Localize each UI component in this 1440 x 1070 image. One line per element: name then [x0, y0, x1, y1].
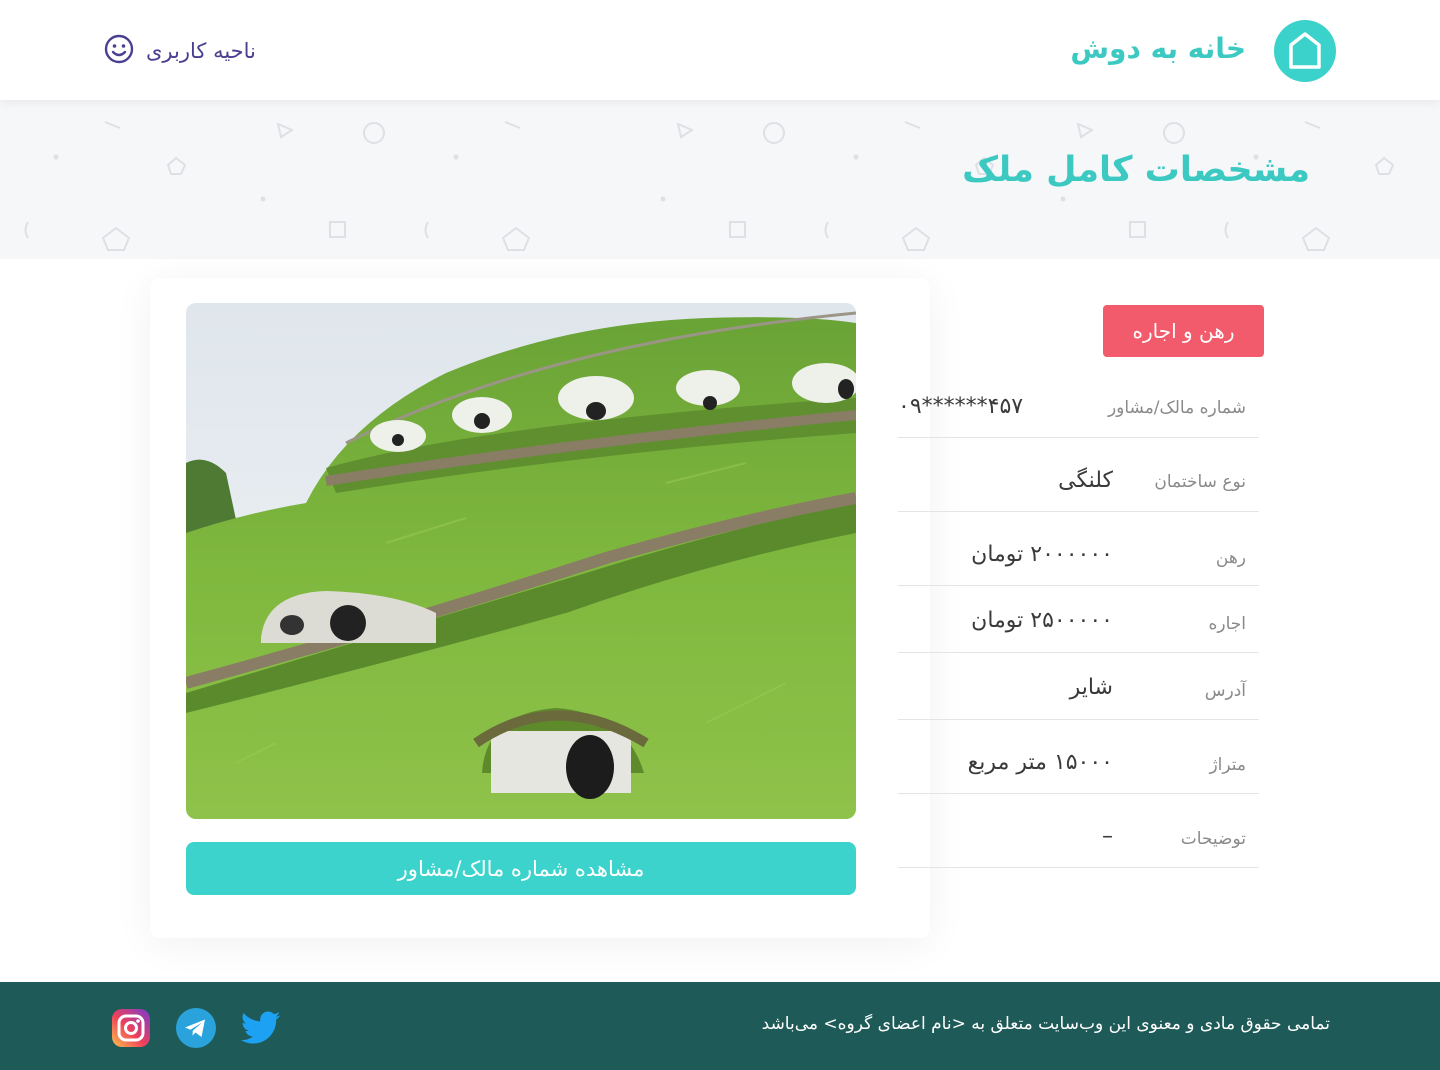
instagram-icon[interactable]	[110, 1007, 152, 1049]
detail-row-description: توضیحات –	[898, 794, 1259, 868]
detail-label: آدرس	[1204, 681, 1246, 701]
user-area-label: ناحیه کاربری	[146, 39, 256, 63]
copyright-text: تمامی حقوق مادی و معنوی این وب‌سایت متعل…	[761, 1014, 1330, 1034]
detail-row-address: آدرس شایر	[898, 653, 1259, 720]
detail-row-building-type: نوع ساختمان کلنگی	[898, 438, 1259, 512]
detail-value: ۲۰۰۰۰۰۰ تومان	[971, 542, 1113, 567]
detail-row-rent: اجاره ۲۵۰۰۰۰۰ تومان	[898, 586, 1259, 653]
page-banner: مشخصات کامل ملک	[0, 100, 1440, 259]
user-area-link[interactable]: ناحیه کاربری	[104, 34, 256, 68]
telegram-icon[interactable]	[175, 1007, 217, 1049]
detail-value: کلنگی	[1058, 468, 1113, 493]
show-owner-number-button[interactable]: مشاهده شماره مالک/مشاور	[186, 842, 856, 895]
detail-label: اجاره	[1208, 614, 1246, 634]
detail-label: نوع ساختمان	[1154, 472, 1246, 492]
smiley-user-icon	[104, 34, 134, 68]
property-photo	[186, 303, 856, 819]
site-header: خانه به دوش ناحیه کاربری	[0, 0, 1440, 100]
detail-row-area: متراژ ۱۵۰۰۰ متر مربع	[898, 720, 1259, 794]
detail-value: ۲۵۰۰۰۰۰ تومان	[971, 608, 1113, 633]
detail-label: رهن	[1215, 548, 1246, 568]
detail-label: توضیحات	[1180, 829, 1246, 849]
detail-value: –	[1102, 824, 1113, 849]
detail-value: ۰۹******۴۵۷	[898, 394, 1024, 419]
house-logo-icon[interactable]	[1274, 20, 1336, 82]
detail-value: شایر	[1069, 675, 1113, 700]
detail-label: شماره مالک/مشاور	[1107, 398, 1246, 418]
deal-type-badge: رهن و اجاره	[1103, 305, 1264, 357]
page-title: مشخصات کامل ملک	[962, 150, 1310, 190]
detail-row-deposit: رهن ۲۰۰۰۰۰۰ تومان	[898, 512, 1259, 586]
detail-label: متراژ	[1209, 755, 1246, 775]
detail-row-phone: شماره مالک/مشاور ۰۹******۴۵۷	[898, 382, 1259, 438]
twitter-icon[interactable]	[240, 1007, 282, 1049]
brand-name[interactable]: خانه به دوش	[1070, 32, 1246, 65]
detail-value: ۱۵۰۰۰ متر مربع	[967, 750, 1113, 775]
